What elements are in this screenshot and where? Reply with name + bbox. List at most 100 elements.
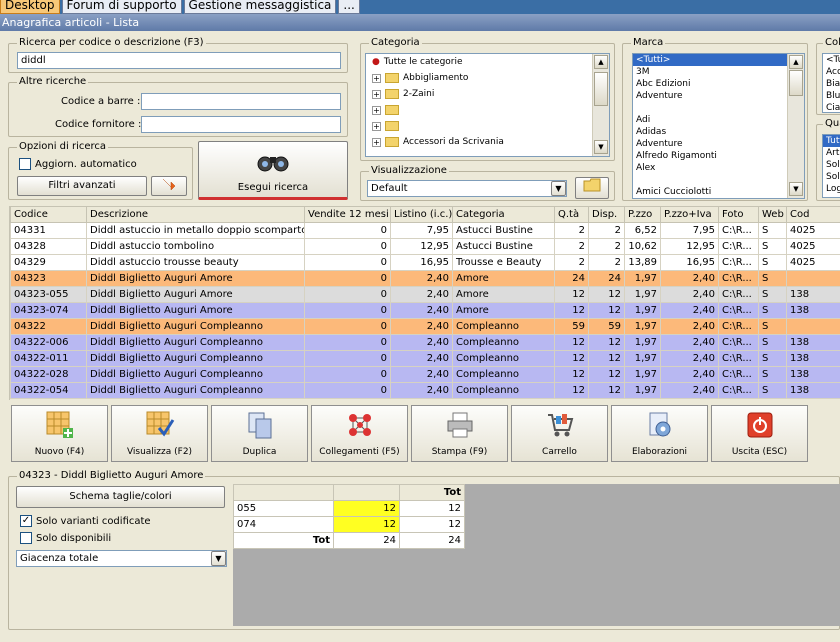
list-item[interactable]: Blu	[823, 90, 840, 102]
tree-item[interactable]: + Accessori da Scrivania	[366, 134, 609, 150]
marca-list[interactable]: <Tutti> 3M Abc Edizioni Adventure Adi Ad…	[632, 53, 805, 199]
tree-item[interactable]: +2-Zaini	[366, 86, 609, 102]
list-item[interactable]: <Tutti>	[633, 54, 804, 66]
expand-icon[interactable]: +	[372, 105, 381, 115]
qualita-list[interactable]: Tutt Arti Sold Sold Logi	[822, 134, 840, 198]
expand-icon[interactable]: +	[372, 89, 381, 99]
list-item[interactable]: Sold	[823, 171, 840, 183]
stampa-button[interactable]: Stampa (F9)	[411, 405, 508, 462]
giacenza-select[interactable]: Giacenza totale	[16, 550, 227, 567]
list-item[interactable]	[633, 174, 804, 186]
collegamenti-button[interactable]: Collegamenti (F5)	[311, 405, 408, 462]
search-input[interactable]: diddl	[17, 52, 341, 69]
tree-item[interactable]: +	[366, 102, 609, 118]
tab-forum[interactable]: Forum di supporto	[61, 0, 182, 14]
expand-icon[interactable]: +	[372, 137, 381, 147]
table-row[interactable]: 04323 Diddl Biglietto Auguri Amore 0 2,40 Am…	[10, 270, 840, 287]
table-row[interactable]: 04329 Diddl astuccio trousse beauty 0 16,95…	[10, 254, 840, 271]
tree-item[interactable]: ● Tutte le categorie	[366, 54, 609, 70]
tab-messaggistica[interactable]: Gestione messaggistica	[183, 0, 337, 14]
expand-icon[interactable]: +	[372, 121, 381, 131]
scroll-down-icon[interactable]: ▼	[789, 182, 803, 196]
table-row[interactable]: 04322-054 Diddl Biglietto Auguri Complean…	[10, 382, 840, 399]
column-header[interactable]: Codice	[10, 206, 87, 223]
visualizzazione-select[interactable]: Default	[367, 180, 567, 197]
scroll-thumb[interactable]	[789, 70, 803, 96]
list-item[interactable]: <Tutti>	[823, 54, 840, 66]
column-header[interactable]: Disp.	[588, 206, 625, 223]
schema-taglie-button[interactable]: Schema taglie/colori	[16, 486, 225, 508]
solo-varianti-checkbox[interactable]: ✓	[20, 515, 32, 527]
tab-desktop[interactable]: Desktop	[0, 0, 60, 14]
column-header[interactable]: Q.tà	[554, 206, 589, 223]
filtri-avanzati-button[interactable]: Filtri avanzati	[17, 176, 147, 196]
table-row[interactable]: 04328 Diddl astuccio tombolino 0 12,95 Astuc…	[10, 238, 840, 255]
list-item[interactable]: Alex	[633, 162, 804, 174]
tree-item[interactable]: +	[366, 118, 609, 134]
table-row[interactable]: 04322-006 Diddl Biglietto Auguri Complean…	[10, 334, 840, 351]
list-item[interactable]: Arti	[823, 147, 840, 159]
barcode-input[interactable]	[141, 93, 341, 110]
table-row[interactable]: 04322-011 Diddl Biglietto Auguri Complean…	[10, 350, 840, 367]
column-header[interactable]: Web	[758, 206, 787, 223]
table-row[interactable]: 04323-055 Diddl Biglietto Auguri Amore 0 2,…	[10, 286, 840, 303]
table-cell: 16,95	[390, 254, 453, 271]
categoria-tree[interactable]: ● Tutte le categorie + Abbigliamento +2-Za…	[365, 53, 610, 157]
list-item[interactable]: Alfredo Rigamonti	[633, 150, 804, 162]
marca-scrollbar[interactable]: ▲ ▼	[787, 54, 804, 198]
esegui-ricerca-button[interactable]: Esegui ricerca	[198, 141, 348, 200]
column-header[interactable]: Vendite 12 mesi	[304, 206, 391, 223]
solo-disponibili-checkbox[interactable]	[20, 532, 32, 544]
list-item[interactable]: 3M	[633, 66, 804, 78]
size-qty-cell[interactable]: 12	[333, 500, 400, 517]
list-item[interactable]: Adi	[633, 114, 804, 126]
scroll-up-icon[interactable]: ▲	[789, 55, 803, 69]
table-row[interactable]: 04323-074 Diddl Biglietto Auguri Amore 0 2,…	[10, 302, 840, 319]
column-header[interactable]: Listino (i.c.)	[390, 206, 453, 223]
table-row[interactable]: 04322 Diddl Biglietto Auguri Compleanno 0 2…	[10, 318, 840, 335]
list-item[interactable]: Sold	[823, 159, 840, 171]
tree-item[interactable]: + Abbigliamento	[366, 70, 609, 86]
folder-open-button[interactable]	[575, 177, 609, 199]
list-item[interactable]: Adventure	[633, 138, 804, 150]
list-item[interactable]: Tutt	[823, 135, 840, 147]
list-item[interactable]: Adidas	[633, 126, 804, 138]
list-item[interactable]: Bian	[823, 78, 840, 90]
nuovo-button[interactable]: Nuovo (F4)	[11, 405, 108, 462]
list-item[interactable]: Cial	[823, 102, 840, 112]
chevron-down-icon[interactable]: ▼	[211, 551, 226, 566]
expand-icon[interactable]: +	[372, 73, 381, 83]
list-item[interactable]: Amici Cucciolotti	[633, 186, 804, 198]
list-item[interactable]: Abc Edizioni	[633, 78, 804, 90]
list-item[interactable]: Acc	[823, 66, 840, 78]
visualizza-button[interactable]: Visualizza (F2)	[111, 405, 208, 462]
column-header[interactable]: Cod	[786, 206, 840, 223]
scroll-up-icon[interactable]: ▲	[594, 55, 608, 69]
scroll-down-icon[interactable]: ▼	[594, 140, 608, 154]
fornitore-input[interactable]	[141, 116, 341, 133]
size-table: Tot 055 12 12 074 12 12 Tot 24 24	[233, 484, 465, 549]
categoria-scrollbar[interactable]: ▲ ▼	[592, 54, 609, 156]
carrello-button[interactable]: Carrello	[511, 405, 608, 462]
list-item[interactable]: Adventure	[633, 90, 804, 102]
table-row[interactable]: 04331 Diddl astuccio in metallo doppio sc…	[10, 222, 840, 239]
column-header[interactable]: Descrizione	[86, 206, 305, 223]
table-row[interactable]: 04322-028 Diddl Biglietto Auguri Complean…	[10, 366, 840, 383]
list-item[interactable]	[633, 102, 804, 114]
scroll-thumb[interactable]	[594, 72, 608, 106]
column-header[interactable]: Foto	[718, 206, 759, 223]
altre-ricerche-group: Altre ricerche Codice a barre : Codice f…	[8, 76, 348, 137]
column-header[interactable]: P.zzo+Iva	[660, 206, 719, 223]
colore-list[interactable]: <Tutti> Acc Bian Blu Cial	[822, 53, 840, 113]
tab-more[interactable]: ...	[338, 0, 360, 14]
duplica-button[interactable]: Duplica	[211, 405, 308, 462]
filter-action-button[interactable]	[151, 176, 187, 196]
size-qty-cell[interactable]: 12	[333, 516, 400, 533]
list-item[interactable]: Logi	[823, 183, 840, 195]
chevron-down-icon[interactable]: ▼	[551, 181, 566, 196]
elaborazioni-button[interactable]: Elaborazioni	[611, 405, 708, 462]
column-header[interactable]: Categoria	[452, 206, 555, 223]
uscita-button[interactable]: Uscita (ESC)	[711, 405, 808, 462]
column-header[interactable]: P.zzo	[624, 206, 661, 223]
auto-update-checkbox[interactable]	[19, 158, 31, 170]
